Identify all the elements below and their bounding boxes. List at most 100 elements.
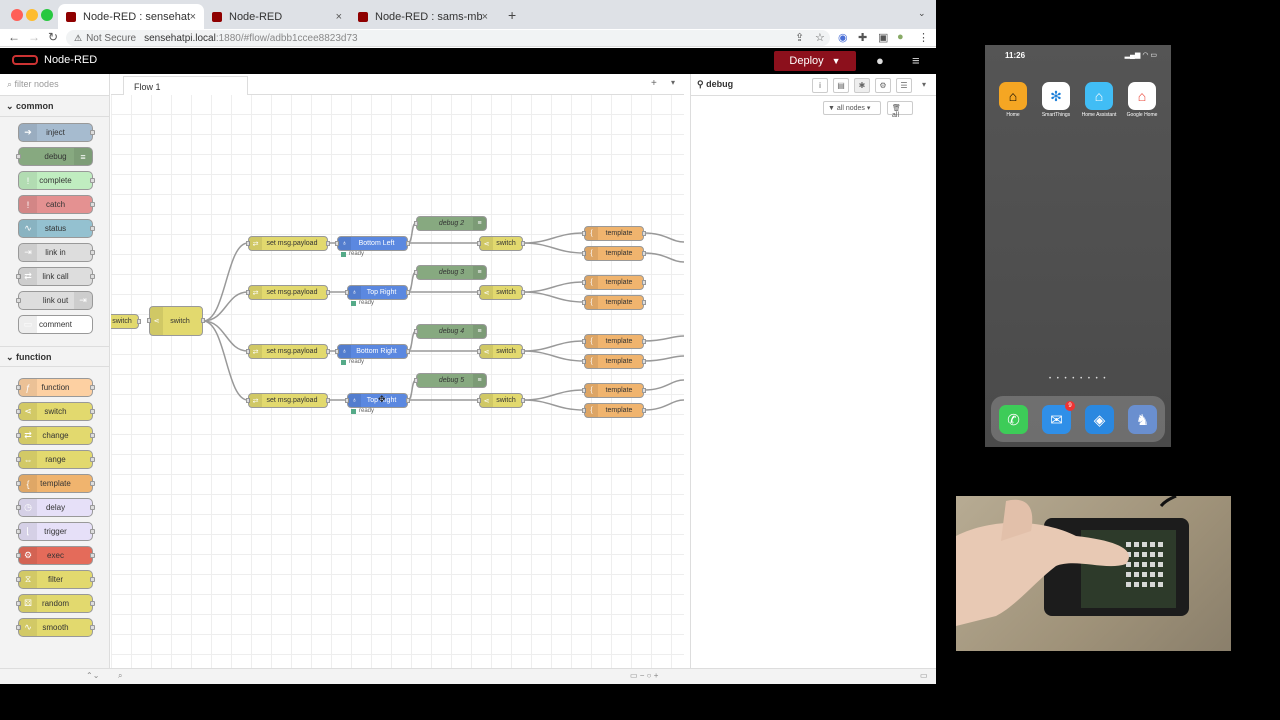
close-window-button[interactable] — [11, 9, 23, 21]
debug-bug-icon[interactable]: ✱ — [854, 78, 870, 93]
palette-node-link-call[interactable]: ⇄ link call — [16, 267, 95, 286]
palette-node-link-in[interactable]: ⇥ link in — [18, 243, 95, 262]
deploy-dropdown-icon[interactable]: ▼ — [832, 56, 841, 66]
output-port — [521, 349, 525, 354]
minimize-window-button[interactable] — [26, 9, 38, 21]
palette-node-comment[interactable]: ▭ comment — [18, 315, 93, 334]
close-tab-icon[interactable]: × — [482, 11, 488, 23]
category-common[interactable]: ⌄ common — [0, 96, 109, 117]
mail-app-icon[interactable]: ✉ 9 — [1042, 401, 1075, 434]
flow-node-button-top-right[interactable]: ♁ Top Right — [345, 285, 410, 300]
palette-node-switch[interactable]: ⋖ switch — [16, 402, 95, 421]
flow-node-template-4[interactable]: {template — [582, 295, 646, 310]
palette-filter-input[interactable]: ⌕ filter nodes — [0, 74, 109, 96]
palette-node-function[interactable]: ƒ function — [16, 378, 95, 397]
bookmark-star-icon[interactable]: ☆ — [815, 31, 825, 44]
help-book-icon[interactable]: ▤ — [833, 78, 849, 93]
flow-node-switch-4[interactable]: ⋖ switch — [477, 393, 525, 408]
safari-app-icon[interactable]: ◈ — [1085, 405, 1114, 434]
palette-node-exec[interactable]: ⚙ exec — [16, 546, 95, 565]
palette-node-debug[interactable]: debug ≡ — [16, 147, 93, 166]
browser-menu-icon[interactable]: ⋮ — [918, 31, 929, 44]
flow-node-template-1[interactable]: {template — [582, 226, 646, 241]
forward-icon[interactable]: → — [28, 30, 40, 44]
flow-node-set-payload-4[interactable]: ⇄ set msg.payload — [246, 393, 330, 408]
palette-node-delay[interactable]: ◷ delay — [16, 498, 95, 517]
flow-node-set-payload-3[interactable]: ⇄ set msg.payload — [246, 344, 330, 359]
back-icon[interactable]: ← — [8, 30, 20, 44]
palette-node-filter[interactable]: ⧖ filter — [16, 570, 95, 589]
sidepanel-icon[interactable]: ▣ — [878, 31, 888, 44]
context-data-icon[interactable]: ☰ — [896, 78, 912, 93]
category-function[interactable]: ⌄ function — [0, 346, 109, 367]
app-home-assistant[interactable]: ⌂ Home Assistant — [1078, 82, 1120, 118]
browser-tab-3[interactable]: Node-RED : sams-mbp.local × — [350, 4, 496, 29]
hamburger-menu-icon[interactable]: ≡ — [912, 53, 920, 68]
palette-node-status[interactable]: ∿ status — [18, 219, 95, 238]
flow-node-debug-4[interactable]: debug 4 ≡ — [414, 324, 487, 339]
extensions-puzzle-icon[interactable]: ✚ — [858, 31, 867, 44]
elephant-app-icon[interactable]: ♞ — [1128, 405, 1157, 434]
flow-node-template-3[interactable]: {template — [582, 275, 646, 290]
reload-icon[interactable]: ↻ — [48, 30, 58, 44]
profile-avatar[interactable]: ● — [897, 31, 904, 43]
info-icon[interactable]: i — [812, 78, 828, 93]
palette-node-inject[interactable]: ➔ inject — [18, 123, 95, 142]
zoom-controls[interactable]: ▭ − ○ + — [630, 671, 658, 680]
flow-node-template-8[interactable]: {template — [582, 403, 646, 418]
user-icon[interactable]: ● — [876, 53, 884, 68]
url-field[interactable]: ⚠ Not Secure sensehatpi.local:1880/#flow… — [66, 30, 830, 46]
browser-tab-1[interactable]: Node-RED : sensehatpi.local × — [58, 4, 204, 29]
phone-app-icon[interactable]: ✆ — [999, 405, 1028, 434]
tab-search-chevron-icon[interactable]: ⌄ — [918, 8, 926, 19]
config-gear-icon[interactable]: ⚙ — [875, 78, 891, 93]
palette-node-template[interactable]: {template — [16, 474, 95, 493]
flow-node-template-7[interactable]: {template — [582, 383, 646, 398]
app-home[interactable]: ⌂ Home — [992, 82, 1034, 118]
app-google-home[interactable]: ⌂ Google Home — [1121, 82, 1163, 118]
home-app-icon: ⌂ — [999, 82, 1027, 110]
palette-node-link-out[interactable]: link out ⇥ — [16, 291, 93, 310]
flow-node-switch-2[interactable]: ⋖ switch — [477, 285, 525, 300]
flow-node-button-bottom-left[interactable]: ♁ Bottom Left — [335, 236, 410, 251]
new-tab-button[interactable]: + — [508, 7, 516, 23]
sidebar-toggle-icon[interactable]: ▭ — [920, 671, 928, 680]
flow-node-switch-edge[interactable]: switch — [111, 314, 141, 329]
template-brace-icon: { — [585, 227, 598, 240]
palette-node-random[interactable]: ⚄ random — [16, 594, 95, 613]
deploy-button[interactable]: Deploy ▼ — [774, 51, 856, 71]
palette-node-complete[interactable]: ! complete — [18, 171, 95, 190]
flow-node-set-payload-1[interactable]: ⇄ set msg.payload — [246, 236, 330, 251]
flow-node-debug-3[interactable]: debug 3 ≡ — [414, 265, 487, 280]
flow-node-switch-3[interactable]: ⋖ switch — [477, 344, 525, 359]
nodered-footer: ⌃⌄ ⌕ ▭ − ○ + ▭ — [0, 668, 936, 684]
flow-node-template-6[interactable]: {template — [582, 354, 646, 369]
close-tab-icon[interactable]: × — [336, 11, 342, 23]
share-icon[interactable]: ⇪ — [795, 31, 804, 44]
palette-node-change[interactable]: ⇄ change — [16, 426, 95, 445]
palette-node-trigger[interactable]: ⌊ trigger — [16, 522, 95, 541]
flow-node-template-2[interactable]: {template — [582, 246, 646, 261]
palette-node-catch[interactable]: ! catch — [18, 195, 95, 214]
flow-node-debug-2[interactable]: debug 2 ≡ — [414, 216, 487, 231]
flow-node-set-payload-2[interactable]: ⇄ set msg.payload — [246, 285, 330, 300]
flow-node-template-5[interactable]: {template — [582, 334, 646, 349]
extension-1-icon[interactable]: ◉ — [838, 31, 848, 44]
sidebar-chevron-icon[interactable]: ▾ — [922, 80, 926, 89]
close-tab-icon[interactable]: × — [190, 11, 196, 23]
palette-node-range[interactable]: ⇔ range — [16, 450, 95, 469]
palette-collapse-icon[interactable]: ⌃⌄ — [86, 671, 99, 680]
flow-node-switch-1[interactable]: ⋖ switch — [477, 236, 525, 251]
flow-node-debug-5[interactable]: debug 5 ≡ — [414, 373, 487, 388]
flow-node-button-bottom-right[interactable]: ♁ Bottom Right — [335, 344, 410, 359]
browser-tab-2[interactable]: Node-RED × — [204, 4, 350, 29]
app-smartthings[interactable]: ✻ SmartThings — [1035, 82, 1077, 118]
debug-filter-dropdown[interactable]: ▼ all nodes ▾ — [823, 101, 881, 115]
clear-all-button[interactable]: 🗑 all — [887, 101, 913, 119]
search-icon[interactable]: ⌕ — [118, 671, 122, 681]
tab-debug[interactable]: ⚲ debug — [697, 79, 733, 90]
maximize-window-button[interactable] — [41, 9, 53, 21]
flow-node-switch-main[interactable]: ⋖ switch — [147, 306, 205, 336]
flow-workspace[interactable]: Flow 1 + ▾ switch ⋖ switch ⇄ set msg.pay… — [111, 74, 684, 668]
palette-node-smooth[interactable]: ∿ smooth — [16, 618, 95, 637]
